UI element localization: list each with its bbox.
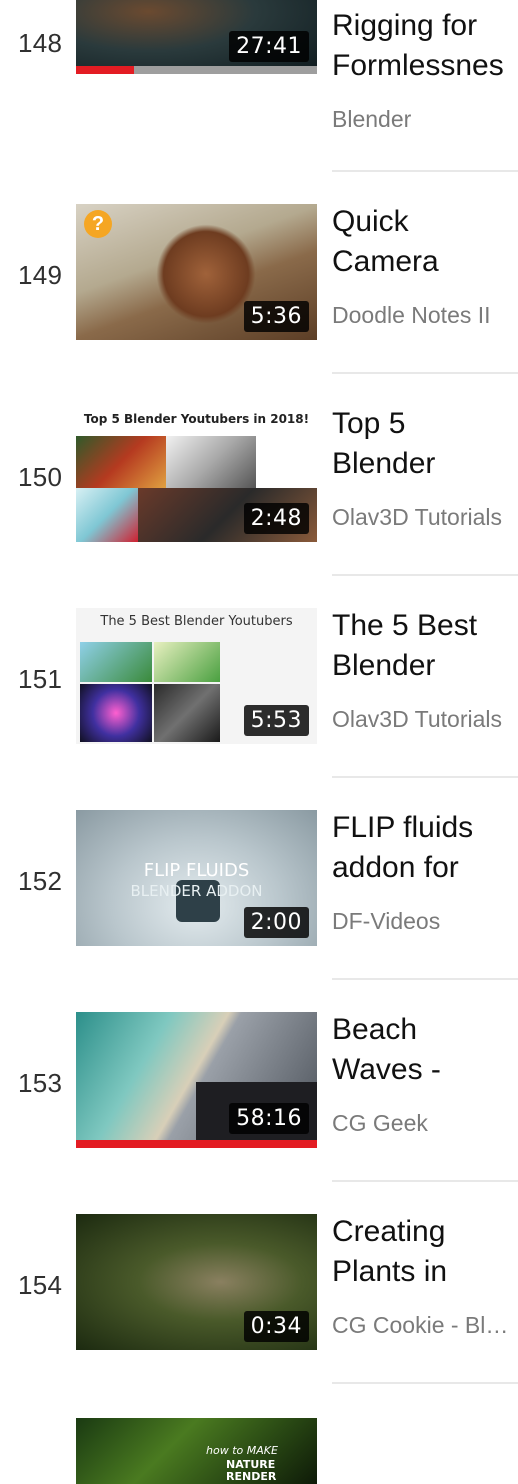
watch-progress-bar: [76, 1140, 317, 1148]
video-title[interactable]: Creating Plants in: [332, 1212, 518, 1292]
thumbnail-caption: how to MAKE: [206, 1444, 278, 1457]
thumbnail-caption: The 5 Best Blender Youtubers: [100, 614, 293, 629]
video-title[interactable]: Beach Waves -: [332, 1010, 518, 1090]
video-thumbnail[interactable]: 0:34: [76, 1214, 317, 1350]
playlist-item[interactable]: 154 0:34 Creating Plants in CG Cookie - …: [0, 1182, 518, 1384]
thumbnail-subcaption: BLENDER ADDON: [130, 882, 263, 900]
channel-name[interactable]: Blender: [332, 106, 512, 133]
video-title[interactable]: Quick Camera: [332, 202, 518, 282]
item-index: 151: [18, 664, 63, 694]
playlist-item[interactable]: 151 The 5 Best Blender Youtubers 5:53 Th…: [0, 576, 518, 778]
channel-name[interactable]: Olav3D Tutorials: [332, 504, 512, 531]
playlist-item[interactable]: 148 27:41 Rigging for Formlessnes Blende…: [0, 0, 518, 172]
video-thumbnail[interactable]: FLIP FLUIDS BLENDER ADDON 2:00: [76, 810, 317, 946]
playlist-item[interactable]: 149 ? 5:36 Quick Camera Doodle Notes II: [0, 172, 518, 374]
duration-badge: 0:34: [243, 1311, 309, 1342]
item-index: 154: [18, 1270, 63, 1300]
video-title[interactable]: The 5 Best Blender: [332, 606, 518, 686]
playlist-video-list: 148 27:41 Rigging for Formlessnes Blende…: [0, 0, 518, 1484]
item-index: 149: [18, 260, 63, 290]
video-title[interactable]: Top 5 Blender: [332, 404, 518, 484]
video-thumbnail[interactable]: how to MAKE NATURE RENDER: [76, 1418, 317, 1484]
video-thumbnail[interactable]: 58:16: [76, 1012, 317, 1148]
item-index: 153: [18, 1068, 63, 1098]
item-index: 152: [18, 866, 63, 896]
video-thumbnail[interactable]: 27:41: [76, 0, 317, 74]
channel-name[interactable]: CG Cookie - Blender: [332, 1312, 512, 1339]
duration-badge: 27:41: [229, 31, 309, 62]
watch-progress-bar: [76, 66, 317, 74]
video-thumbnail[interactable]: ? 5:36: [76, 204, 317, 340]
thumbnail-caption: FLIP FLUIDS: [143, 860, 250, 881]
duration-badge: 5:53: [243, 705, 309, 736]
video-title[interactable]: FLIP fluids addon for: [332, 808, 518, 888]
channel-name[interactable]: Doodle Notes II: [332, 302, 512, 329]
playlist-item[interactable]: 152 FLIP FLUIDS BLENDER ADDON 2:00 FLIP …: [0, 778, 518, 980]
duration-badge: 5:36: [243, 301, 309, 332]
duration-badge: 2:48: [243, 503, 309, 534]
playlist-item[interactable]: 153 58:16 Beach Waves - CG Geek: [0, 980, 518, 1182]
item-index: 150: [18, 462, 63, 492]
video-thumbnail[interactable]: The 5 Best Blender Youtubers 5:53: [76, 608, 317, 744]
playlist-item[interactable]: how to MAKE NATURE RENDER: [0, 1384, 518, 1484]
playlist-item[interactable]: 150 Top 5 Blender Youtubers in 2018! 2:4…: [0, 374, 518, 576]
duration-badge: 58:16: [229, 1103, 309, 1134]
watch-progress-fill: [76, 1140, 317, 1148]
channel-name[interactable]: CG Geek: [332, 1110, 512, 1137]
channel-name[interactable]: Olav3D Tutorials: [332, 706, 512, 733]
thumbnail-subcaption-2: RENDER: [226, 1470, 277, 1483]
video-thumbnail[interactable]: Top 5 Blender Youtubers in 2018! 2:48: [76, 406, 317, 542]
thumbnail-caption: Top 5 Blender Youtubers in 2018!: [83, 412, 310, 426]
question-badge-icon: ?: [84, 210, 112, 238]
item-index: 148: [18, 28, 63, 58]
video-title[interactable]: Rigging for Formlessnes: [332, 6, 518, 86]
watch-progress-fill: [76, 66, 134, 74]
channel-name[interactable]: DF-Videos: [332, 908, 512, 935]
duration-badge: 2:00: [243, 907, 309, 938]
